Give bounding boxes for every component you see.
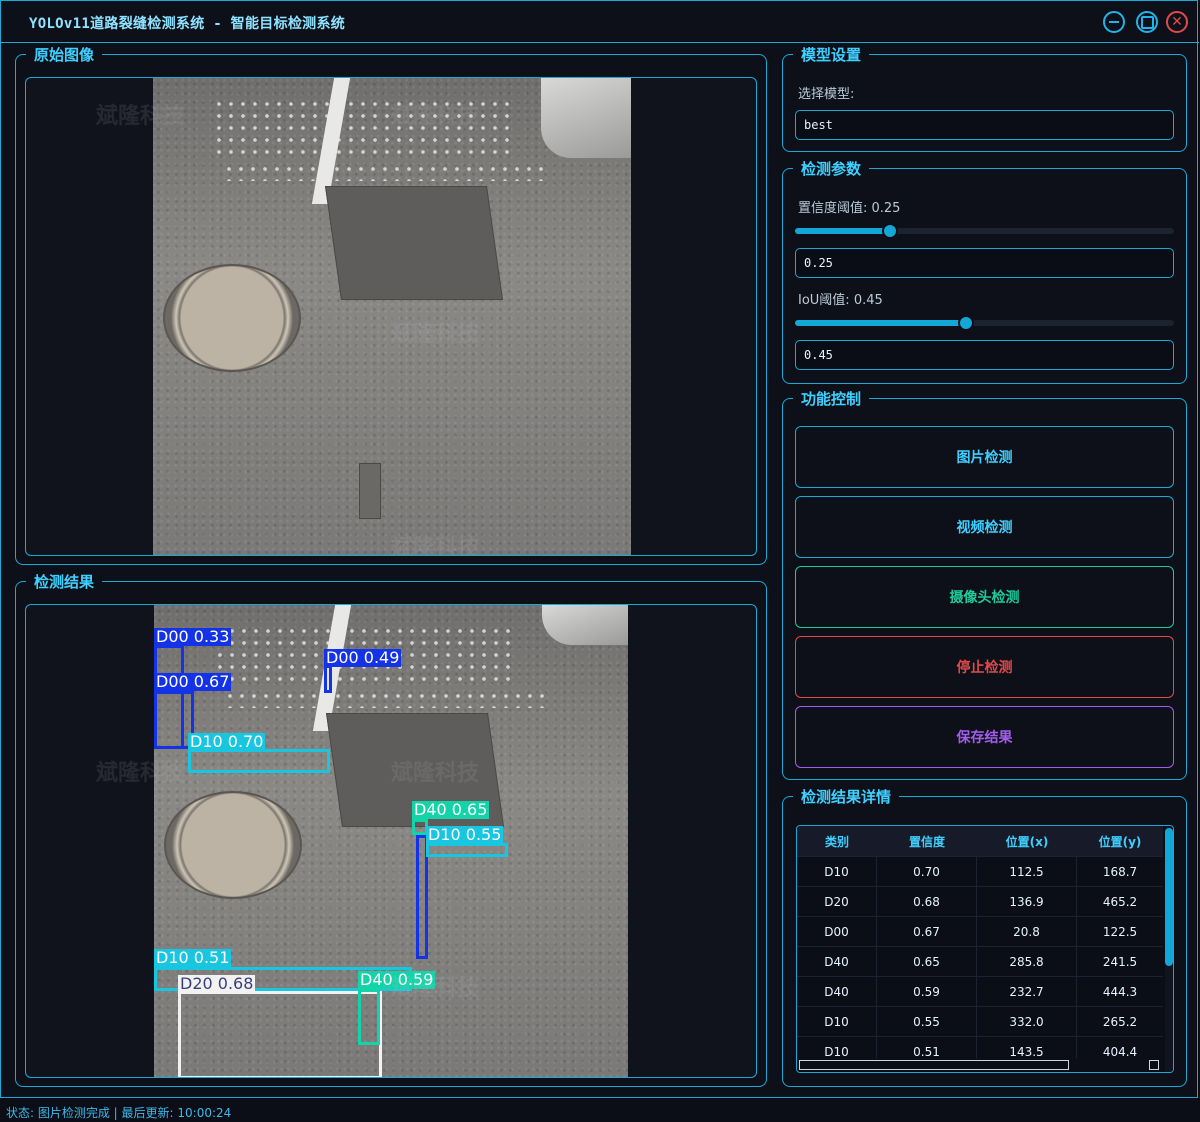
table-row[interactable]: D10 0.70 112.5 168.7 [797,856,1163,887]
table-row[interactable]: D40 0.59 232.7 444.3 [797,976,1163,1007]
watermark: 斌隆科技 [391,322,480,347]
minimize-button[interactable] [1103,11,1125,33]
watermark: 斌隆科技 [96,104,185,129]
model-settings-title: 模型设置 [793,46,870,64]
detection-box [324,665,332,693]
detection-label: D40 0.65 [412,800,490,819]
horizontal-scrollbar[interactable] [797,1058,1163,1072]
detection-label: D00 0.49 [324,648,402,667]
maximize-button[interactable] [1136,11,1158,33]
iou-label: IoU阈值: 0.45 [798,293,883,308]
detection-label: D00 0.67 [154,672,232,691]
cell-confidence: 0.68 [877,887,977,917]
cell-class: D40 [797,947,877,977]
video-detect-button[interactable]: 视频检测 [795,496,1174,558]
detection-result-title: 检测结果 [26,573,103,591]
model-select-label: 选择模型: [798,87,855,102]
table-row[interactable]: D10 0.55 332.0 265.2 [797,1006,1163,1037]
table-row[interactable]: D20 0.68 136.9 465.2 [797,886,1163,917]
cell-y: 241.5 [1102,955,1138,969]
watermark: 斌隆科技 [96,761,185,786]
detection-details-title: 检测结果详情 [793,788,900,806]
cell-x: 112.5 [977,857,1077,887]
close-button[interactable]: ✕ [1166,11,1188,33]
table-row[interactable]: D40 0.65 285.8 241.5 [797,946,1163,977]
cell-confidence: 0.55 [877,1007,977,1037]
result-image-frame: D00 0.33 D00 0.67 D00 0.49 D10 0.70 D40 … [25,604,757,1078]
confidence-input[interactable]: 0.25 [795,248,1174,278]
detection-params-title: 检测参数 [793,160,870,178]
road-photo-result: D00 0.33 D00 0.67 D00 0.49 D10 0.70 D40 … [154,605,628,1077]
detection-details-table: 类别 置信度 位置(x) 位置(y) D10 0.70 112.5 168.7 D20 0… [796,825,1174,1073]
original-image-title: 原始图像 [26,46,103,64]
detection-params-panel: 检测参数 置信度阈值: 0.25 0.25 IoU阈值: 0.45 0.45 [782,160,1187,384]
cell-y: 444.3 [1102,985,1138,999]
cell-y: 265.2 [1102,1015,1138,1029]
stop-detect-button[interactable]: 停止检测 [795,636,1174,698]
iou-input[interactable]: 0.45 [795,340,1174,370]
image-detect-button[interactable]: 图片检测 [795,426,1174,488]
status-bar: 状态: 图片检测完成 | 最后更新: 10:00:24 [0,1100,1200,1122]
table-row[interactable]: D00 0.67 20.8 122.5 [797,916,1163,947]
detection-box [426,843,508,857]
table-header: 类别 置信度 位置(x) 位置(y) [797,826,1163,856]
cell-class: D10 [797,1007,877,1037]
watermark: 斌隆科技 [391,976,480,1001]
watermark: 斌隆科技 [391,536,480,556]
cell-y: 122.5 [1102,925,1138,939]
detection-label: D10 0.51 [154,948,232,967]
detection-box [188,749,330,773]
iou-slider-handle[interactable] [957,315,974,331]
detection-label: D20 0.68 [178,974,256,993]
cell-confidence: 0.70 [877,857,977,887]
detection-label: D00 0.33 [154,627,232,646]
confidence-slider[interactable] [795,223,1174,239]
detection-label: D10 0.70 [188,732,266,751]
scrollbar-arrow[interactable] [1149,1060,1159,1070]
cell-class: D10 [797,857,877,887]
original-image-frame: 斌隆科技 斌隆科技 斌隆科技 斌隆科技 [25,77,757,556]
watermark: 斌隆科技 [391,104,480,129]
vertical-scrollbar[interactable] [1165,826,1173,1072]
cell-x: 20.8 [977,917,1077,947]
cell-class: D40 [797,977,877,1007]
cell-x: 136.9 [977,887,1077,917]
column-header-class[interactable]: 类别 [797,826,877,856]
close-icon: ✕ [1171,14,1183,30]
detection-box [178,991,382,1077]
iou-slider[interactable] [795,315,1174,331]
cell-class: D20 [797,887,877,917]
detection-box [358,989,380,1045]
model-settings-panel: 模型设置 选择模型: best [782,46,1187,152]
detection-label: D10 0.55 [426,825,504,844]
column-header-x[interactable]: 位置(x) [977,826,1077,856]
model-select[interactable]: best [795,110,1174,140]
scrollbar-thumb[interactable] [1165,828,1173,966]
confidence-label: 置信度阈值: 0.25 [798,201,901,216]
original-image-panel: 原始图像 斌隆科技 斌隆科技 斌隆科技 斌隆科技 [15,46,767,565]
cell-y: 168.7 [1102,865,1138,879]
detection-result-panel: 检测结果 D00 0.33 D00 0.67 D00 0.49 D10 0.70… [15,573,767,1087]
cell-y: 465.2 [1102,895,1138,909]
function-controls-title: 功能控制 [793,390,870,408]
camera-detect-button[interactable]: 摄像头检测 [795,566,1174,628]
window-title: YOLOv11道路裂缝检测系统 - 智能目标检测系统 [29,16,346,32]
cell-class: D00 [797,917,877,947]
watermark: 斌隆科技 [391,761,480,786]
confidence-slider-fill [795,228,890,234]
cell-confidence: 0.67 [877,917,977,947]
scrollbar-thumb[interactable] [799,1060,1069,1070]
cell-confidence: 0.65 [877,947,977,977]
column-header-y[interactable]: 位置(y) [1077,826,1163,856]
title-bar: YOLOv11道路裂缝检测系统 - 智能目标检测系统 ✕ [1,1,1199,43]
column-header-confidence[interactable]: 置信度 [877,826,977,856]
cell-x: 332.0 [977,1007,1077,1037]
cell-x: 232.7 [977,977,1077,1007]
app-window: YOLOv11道路裂缝检测系统 - 智能目标检测系统 ✕ 原始图像 斌隆科技 斌… [0,0,1199,1098]
cell-x: 285.8 [977,947,1077,977]
save-result-button[interactable]: 保存结果 [795,706,1174,768]
iou-slider-fill [795,320,966,326]
cell-confidence: 0.59 [877,977,977,1007]
confidence-slider-handle[interactable] [881,223,898,239]
